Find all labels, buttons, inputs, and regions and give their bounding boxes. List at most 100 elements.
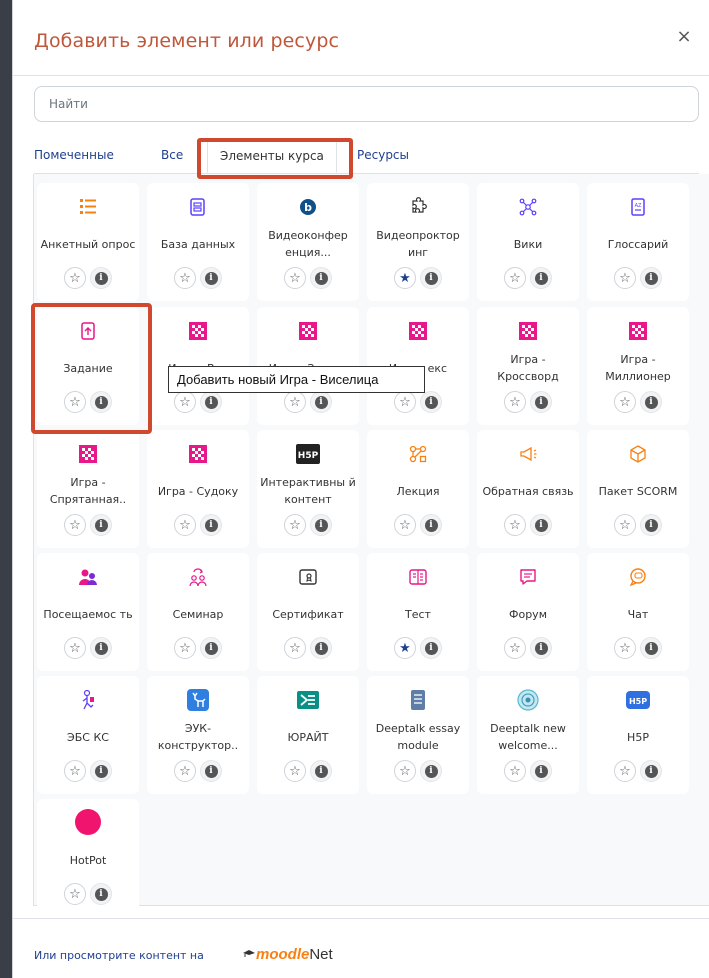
activity-card[interactable]: ЭУК- конструктор.. ☆ i xyxy=(147,676,249,794)
activity-card[interactable]: Форум ☆ i xyxy=(477,553,579,671)
activity-card[interactable]: Видеопроктор инг ★ i xyxy=(367,183,469,301)
activity-card[interactable]: Пакет SCORM ☆ i xyxy=(587,430,689,548)
info-icon[interactable]: i xyxy=(200,760,222,782)
tab-starred[interactable]: Помеченные xyxy=(34,148,114,162)
star-outline-icon[interactable]: ☆ xyxy=(174,637,196,659)
activity-card[interactable]: Deeptalk essay module ☆ i xyxy=(367,676,469,794)
activity-card[interactable]: Лекция ☆ i xyxy=(367,430,469,548)
star-outline-icon[interactable]: ☆ xyxy=(614,637,636,659)
activity-card[interactable]: Игра - Спрятанная.. ☆ i xyxy=(37,430,139,548)
star-outline-icon[interactable]: ☆ xyxy=(174,760,196,782)
activity-card[interactable]: Игра - Кроссворд ☆ i xyxy=(477,307,579,425)
info-icon[interactable]: i xyxy=(420,760,442,782)
activity-card[interactable]: Обратная связь ☆ i xyxy=(477,430,579,548)
star-outline-icon[interactable]: ☆ xyxy=(64,514,86,536)
info-icon[interactable]: i xyxy=(640,637,662,659)
star-outline-icon[interactable]: ☆ xyxy=(504,391,526,413)
activity-card-actions: ☆ i xyxy=(394,514,444,536)
info-icon[interactable]: i xyxy=(640,760,662,782)
info-icon[interactable]: i xyxy=(310,514,332,536)
star-outline-icon[interactable]: ☆ xyxy=(64,637,86,659)
info-icon[interactable]: i xyxy=(200,637,222,659)
info-icon[interactable]: i xyxy=(530,760,552,782)
svg-text:H5P: H5P xyxy=(629,697,647,706)
info-icon[interactable]: i xyxy=(310,391,332,413)
info-icon[interactable]: i xyxy=(420,514,442,536)
activity-card[interactable]: H5P H5P ☆ i xyxy=(587,676,689,794)
activity-card[interactable]: Игра - Миллионер ☆ i xyxy=(587,307,689,425)
info-icon[interactable]: i xyxy=(200,267,222,289)
activity-card[interactable]: Семинар ☆ i xyxy=(147,553,249,671)
star-outline-icon[interactable]: ☆ xyxy=(504,637,526,659)
star-outline-icon[interactable]: ☆ xyxy=(504,760,526,782)
info-icon[interactable]: i xyxy=(530,267,552,289)
star-outline-icon[interactable]: ☆ xyxy=(174,514,196,536)
info-icon[interactable]: i xyxy=(530,514,552,536)
activity-card[interactable]: Вики ☆ i xyxy=(477,183,579,301)
star-outline-icon[interactable]: ☆ xyxy=(614,760,636,782)
star-outline-icon[interactable]: ☆ xyxy=(284,637,306,659)
info-icon[interactable]: i xyxy=(420,391,442,413)
activity-card[interactable]: База данных ☆ i xyxy=(147,183,249,301)
star-outline-icon[interactable]: ☆ xyxy=(614,267,636,289)
star-outline-icon[interactable]: ☆ xyxy=(174,391,196,413)
activity-card[interactable]: Тест ★ i xyxy=(367,553,469,671)
moodlenet-link[interactable]: moodle Net xyxy=(243,943,333,965)
star-outline-icon[interactable]: ☆ xyxy=(64,267,86,289)
star-filled-icon[interactable]: ★ xyxy=(394,267,416,289)
info-icon[interactable]: i xyxy=(90,391,112,413)
info-icon[interactable]: i xyxy=(640,267,662,289)
star-outline-icon[interactable]: ☆ xyxy=(394,760,416,782)
star-outline-icon[interactable]: ☆ xyxy=(64,391,86,413)
info-icon[interactable]: i xyxy=(310,637,332,659)
star-outline-icon[interactable]: ☆ xyxy=(394,514,416,536)
star-outline-icon[interactable]: ☆ xyxy=(284,267,306,289)
info-icon[interactable]: i xyxy=(310,267,332,289)
star-outline-icon[interactable]: ☆ xyxy=(284,760,306,782)
info-icon[interactable]: i xyxy=(420,267,442,289)
star-outline-icon[interactable]: ☆ xyxy=(504,514,526,536)
tab-all[interactable]: Все xyxy=(161,148,183,162)
activity-card[interactable]: Посещаемос ть ☆ i xyxy=(37,553,139,671)
star-filled-icon[interactable]: ★ xyxy=(394,637,416,659)
activity-card[interactable]: ЭБС КС ☆ i xyxy=(37,676,139,794)
activity-card[interactable]: Игра - Судоку ☆ i xyxy=(147,430,249,548)
info-icon[interactable]: i xyxy=(310,760,332,782)
star-outline-icon[interactable]: ☆ xyxy=(64,883,86,905)
info-icon[interactable]: i xyxy=(90,267,112,289)
activity-card[interactable]: Анкетный опрос ☆ i xyxy=(37,183,139,301)
info-icon[interactable]: i xyxy=(90,637,112,659)
star-outline-icon[interactable]: ☆ xyxy=(284,391,306,413)
activity-card[interactable]: Сертификат ☆ i xyxy=(257,553,359,671)
info-icon[interactable]: i xyxy=(90,760,112,782)
activity-card[interactable]: Deeptalk new welcome... ☆ i xyxy=(477,676,579,794)
activity-card[interactable]: ЮРАЙТ ☆ i xyxy=(257,676,359,794)
info-icon[interactable]: i xyxy=(530,637,552,659)
star-outline-icon[interactable]: ☆ xyxy=(394,391,416,413)
star-outline-icon[interactable]: ☆ xyxy=(614,514,636,536)
star-outline-icon[interactable]: ☆ xyxy=(64,760,86,782)
info-icon[interactable]: i xyxy=(530,391,552,413)
info-icon[interactable]: i xyxy=(640,391,662,413)
activity-card[interactable]: H5P Интерактивны й контент ☆ i xyxy=(257,430,359,548)
info-icon[interactable]: i xyxy=(200,391,222,413)
close-button[interactable]: × xyxy=(676,28,692,46)
activity-card[interactable]: Чат ☆ i xyxy=(587,553,689,671)
info-icon[interactable]: i xyxy=(90,883,112,905)
star-outline-icon[interactable]: ☆ xyxy=(614,391,636,413)
star-outline-icon[interactable]: ☆ xyxy=(174,267,196,289)
info-icon[interactable]: i xyxy=(200,514,222,536)
info-icon[interactable]: i xyxy=(420,637,442,659)
activity-card[interactable]: b Видеоконфер енция... ☆ i xyxy=(257,183,359,301)
star-outline-icon[interactable]: ☆ xyxy=(284,514,306,536)
search-input[interactable] xyxy=(34,86,699,122)
activity-card[interactable]: HotPot ☆ i xyxy=(37,799,139,917)
tab-activities[interactable]: Элементы курса xyxy=(207,141,337,173)
activity-card[interactable]: Задание ☆ i xyxy=(37,307,139,425)
activity-card[interactable]: AZ Глоссарий ☆ i xyxy=(587,183,689,301)
star-outline-icon[interactable]: ☆ xyxy=(504,267,526,289)
info-icon[interactable]: i xyxy=(90,514,112,536)
info-icon[interactable]: i xyxy=(640,514,662,536)
urait-logo-icon xyxy=(257,688,359,712)
tab-resources[interactable]: Ресурсы xyxy=(357,148,409,162)
